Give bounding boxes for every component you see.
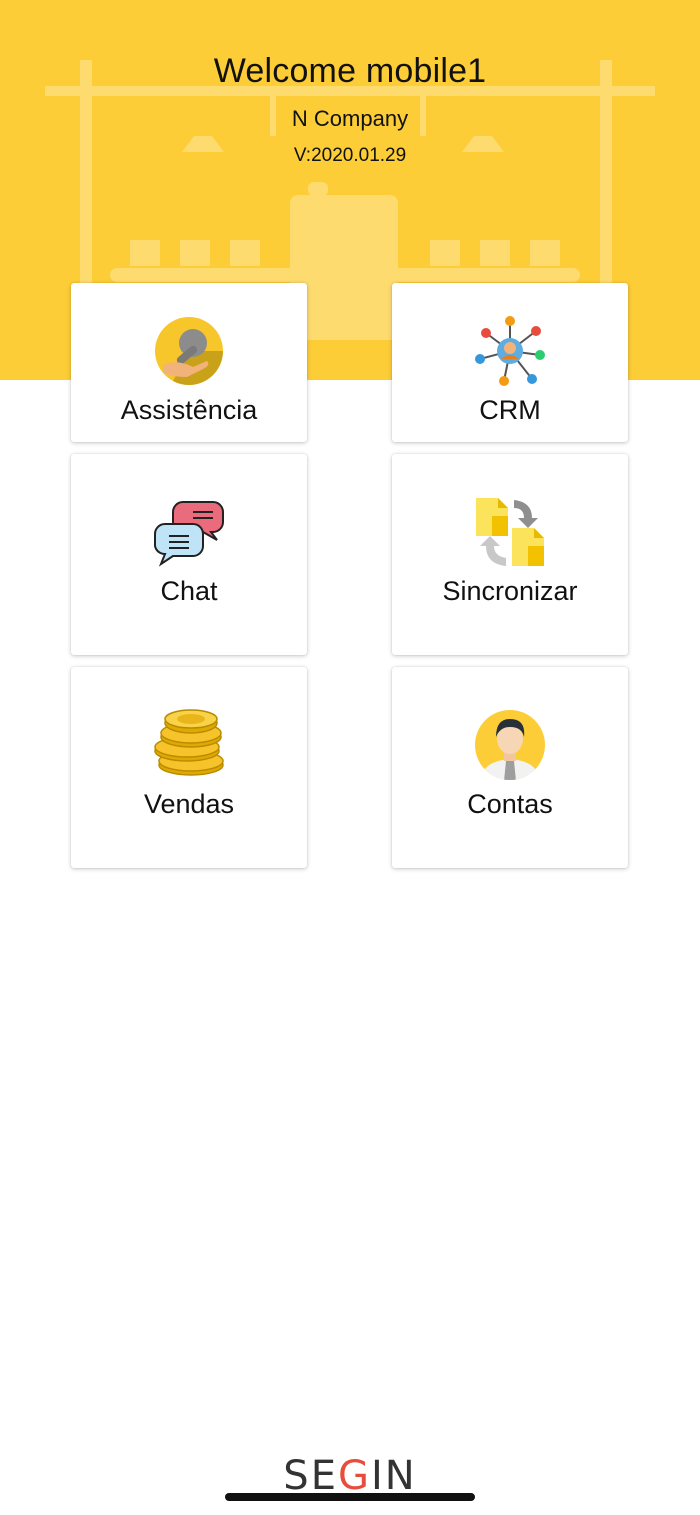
user-avatar-icon <box>475 710 545 780</box>
menu-tile-sincronizar[interactable]: Sincronizar <box>392 454 628 655</box>
menu-tile-chat[interactable]: Chat <box>71 454 307 655</box>
sync-documents-icon <box>476 498 544 566</box>
network-people-icon <box>475 316 545 386</box>
menu-tile-crm[interactable]: CRM <box>392 283 628 442</box>
menu-label-vendas: Vendas <box>143 789 235 819</box>
menu-label-contas: Contas <box>467 789 553 819</box>
coin-stack-icon <box>154 709 224 776</box>
menu-label-crm: CRM <box>479 395 541 425</box>
chat-bubbles-icon <box>154 501 224 567</box>
menu-tile-contas[interactable]: Contas <box>392 667 628 868</box>
menu-label-assistencia: Assistência <box>120 395 258 425</box>
menu-tile-vendas[interactable]: Vendas <box>71 667 307 868</box>
home-indicator[interactable] <box>225 1493 475 1501</box>
menu-tile-assistencia[interactable]: Assistência <box>71 283 307 442</box>
company-name: N Company <box>291 106 409 131</box>
menu-label-chat: Chat <box>160 576 218 606</box>
app-version: V:2020.01.29 <box>293 145 407 166</box>
menu-label-sincronizar: Sincronizar <box>442 576 578 606</box>
welcome-title: Welcome mobile1 <box>213 52 487 90</box>
wrench-hand-icon <box>155 317 223 385</box>
